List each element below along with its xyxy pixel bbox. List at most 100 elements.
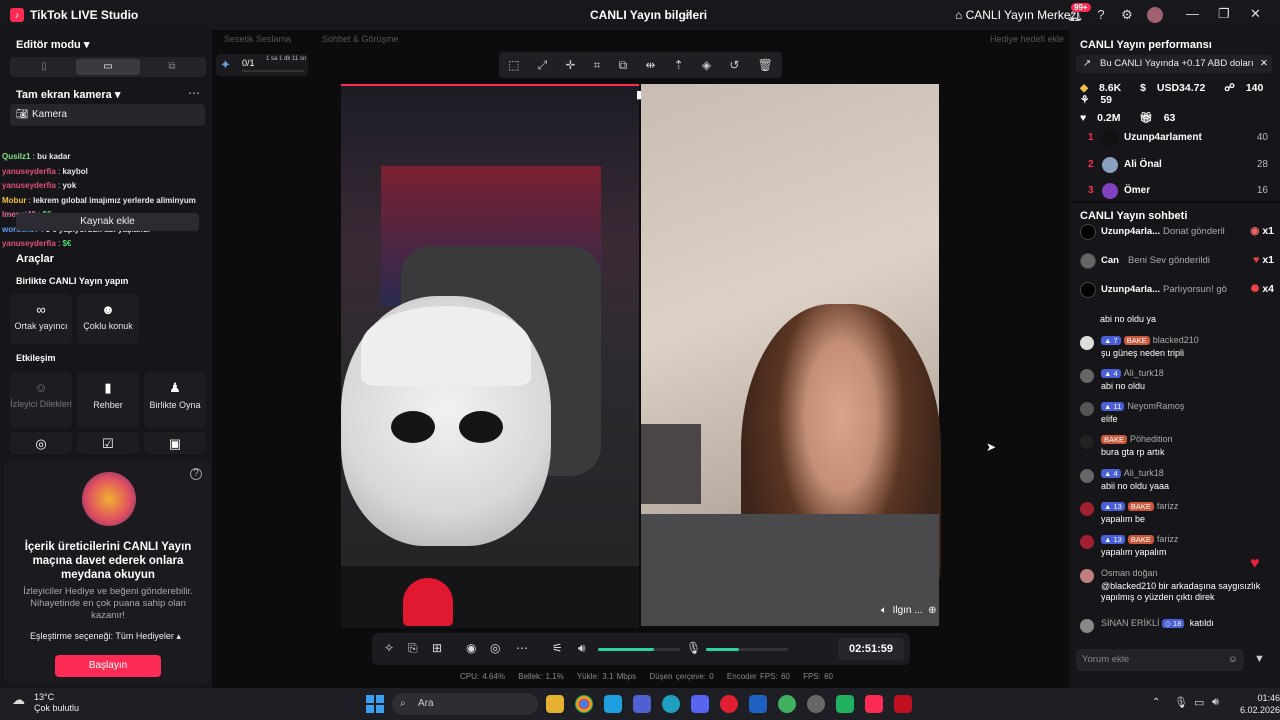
tray-chevron-icon[interactable]: ⌃	[1152, 697, 1160, 708]
explorer-icon[interactable]	[546, 695, 564, 713]
ranking-row[interactable]: 1 Uzunp4arlament 40	[1086, 130, 1276, 150]
restore-icon[interactable]: ❐	[1218, 6, 1230, 22]
teams-icon[interactable]	[633, 695, 651, 713]
settings-sliders-icon[interactable]: ⚟	[552, 641, 563, 655]
level-badge: ▲ 7	[1101, 336, 1121, 345]
ranking-row[interactable]: 2 Ali Önal 28	[1086, 157, 1276, 177]
editor-mode-dropdown[interactable]: Editör modu ▾	[16, 38, 89, 51]
volume-slider[interactable]	[598, 648, 680, 651]
goal-progress-chip[interactable]: ✦ 0/1 1 sa 1 dk 11 sn	[216, 54, 308, 76]
chrome-icon[interactable]	[575, 695, 593, 713]
record-icon[interactable]: ◉	[466, 641, 476, 655]
app-icon[interactable]	[807, 695, 825, 713]
add-scene-icon[interactable]: ⊞	[432, 641, 442, 655]
close-icon[interactable]: ✕	[1250, 6, 1261, 22]
fps-stat: FPS: 60	[803, 672, 833, 681]
more-icon[interactable]: ⋯	[516, 641, 528, 655]
heart-icon: ♥	[1080, 112, 1087, 124]
opera-icon[interactable]	[720, 695, 738, 713]
more-icon[interactable]: ⋯	[188, 86, 200, 100]
camera-source-item[interactable]: 📷︎ Kamera	[10, 104, 205, 126]
gifts-value: 63	[1163, 112, 1176, 124]
close-icon[interactable]: ✕	[1260, 55, 1268, 73]
gift-count: ✺ x4	[1251, 283, 1274, 295]
chrome-alt-icon[interactable]	[778, 695, 796, 713]
minimize-icon[interactable]: —	[1186, 6, 1199, 21]
comment-input[interactable]: Yorum ekle ☺	[1076, 649, 1244, 671]
chat-user: farizz	[1156, 501, 1179, 511]
flip-icon[interactable]: ⇹	[645, 58, 655, 72]
mic-fill	[706, 648, 739, 651]
goal-icon: ✦	[220, 57, 231, 72]
live-center-button[interactable]: ⌂ CANLI Yayın Merkezi	[955, 8, 1079, 22]
co-host-button[interactable]: ∞ Ortak yayıncı	[10, 294, 72, 344]
layer-icon[interactable]: ◈	[702, 58, 711, 72]
center-icon[interactable]: ✛	[565, 58, 575, 72]
fan-badge: BAKE	[1101, 435, 1128, 444]
media-icon[interactable]	[894, 695, 912, 713]
play-together-button[interactable]: ♟ Birlikte Oyna	[144, 372, 206, 428]
mic-slider[interactable]	[706, 648, 788, 651]
tiktok-studio-icon[interactable]	[865, 695, 883, 713]
copy-icon[interactable]: ⧉	[619, 58, 628, 73]
guest-caption[interactable]: 🔈︎ Ilgın ... ⊕	[881, 605, 937, 616]
avatar	[1080, 619, 1094, 633]
follower-icon: ⚘	[1080, 94, 1090, 106]
sticker-icon[interactable]: ⎘	[408, 641, 418, 656]
gift-count-value: x1	[1262, 225, 1274, 237]
goal-timer: 1 sa 1 dk 11 sn	[266, 56, 307, 62]
chat-user: blacked210	[1152, 335, 1199, 345]
landscape-mode-icon[interactable]: ▭	[76, 59, 140, 75]
heart-gift-icon: ♥	[1253, 254, 1260, 266]
select-icon[interactable]: ⬚	[508, 58, 519, 72]
split-mode-icon[interactable]: ⧉	[140, 59, 204, 75]
system-clock[interactable]: 01:46 6.02.2026	[1240, 692, 1280, 716]
discord-icon[interactable]	[691, 695, 709, 713]
filter-icon[interactable]: ▼	[1254, 653, 1265, 665]
guide-button[interactable]: ▮ Rehber	[77, 372, 139, 428]
camera-source-dropdown[interactable]: Tam ekran kamera ▾	[16, 88, 120, 101]
speaker-icon[interactable]: 🔊︎	[578, 641, 586, 656]
match-illustration-icon	[82, 472, 136, 526]
windows-start-icon[interactable]	[366, 695, 384, 713]
tool-card-partial[interactable]: ◎	[10, 432, 72, 454]
mail-icon[interactable]	[749, 695, 767, 713]
help-icon[interactable]: ?	[1092, 6, 1110, 24]
share-icon[interactable]: ⇗	[682, 8, 692, 22]
trash-icon[interactable]: 🗑︎	[758, 58, 773, 72]
viewer-wishes-button[interactable]: ☺ İzleyici Dilekleri	[10, 372, 72, 428]
crop-icon[interactable]: ⌗	[594, 58, 601, 73]
portrait-mode-icon[interactable]: ▯	[12, 59, 76, 75]
avatar	[1080, 282, 1096, 298]
magic-wand-icon[interactable]: ✧	[384, 641, 394, 655]
multi-guest-button[interactable]: ☻ Çoklu konuk	[77, 294, 139, 344]
level-badge: ◇ 18	[1162, 619, 1185, 628]
network-icon[interactable]: ▭	[1194, 696, 1204, 709]
gear-icon[interactable]: ⚙	[1118, 6, 1136, 24]
layer-up-icon[interactable]: ⇡	[674, 58, 684, 72]
goal-progress-bar	[242, 70, 304, 72]
guest-menu-icon[interactable]: ⊕	[928, 605, 936, 616]
help-icon[interactable]: ?	[190, 468, 202, 480]
start-match-button[interactable]: Başlayın	[55, 655, 161, 677]
volume-tray-icon[interactable]: 🔊︎	[1212, 696, 1219, 709]
match-option-dropdown[interactable]: Eşleştirme seçeneği: Tüm Hediyeler ▴	[30, 631, 181, 642]
app-icon[interactable]	[836, 695, 854, 713]
fit-icon[interactable]: ⤢	[538, 58, 548, 73]
gift-count-value: x1	[1262, 254, 1274, 266]
emoji-icon[interactable]: ☺	[1228, 649, 1238, 671]
gift-count: ◉ x1	[1250, 225, 1274, 237]
add-source-button[interactable]: Kaynak ekle	[16, 213, 199, 231]
effects-icon[interactable]: ◎	[490, 641, 500, 655]
avatar[interactable]	[1147, 7, 1163, 23]
edge-icon[interactable]	[662, 695, 680, 713]
tool-card-partial[interactable]: ☑	[77, 432, 139, 454]
tool-card-partial[interactable]: ▣	[144, 432, 206, 454]
taskbar-search[interactable]: ⌕ Ara	[392, 693, 538, 715]
mic-tray-icon[interactable]: 🎙︎	[1174, 696, 1188, 709]
weather-widget[interactable]: 13°C Çok bulutlu ☁	[12, 692, 79, 714]
rank-name: Uzunp4arlament	[1124, 132, 1202, 143]
store-icon[interactable]	[604, 695, 622, 713]
microphone-icon[interactable]: 🎙︎	[686, 641, 701, 655]
rotate-icon[interactable]: ↺	[729, 58, 739, 72]
